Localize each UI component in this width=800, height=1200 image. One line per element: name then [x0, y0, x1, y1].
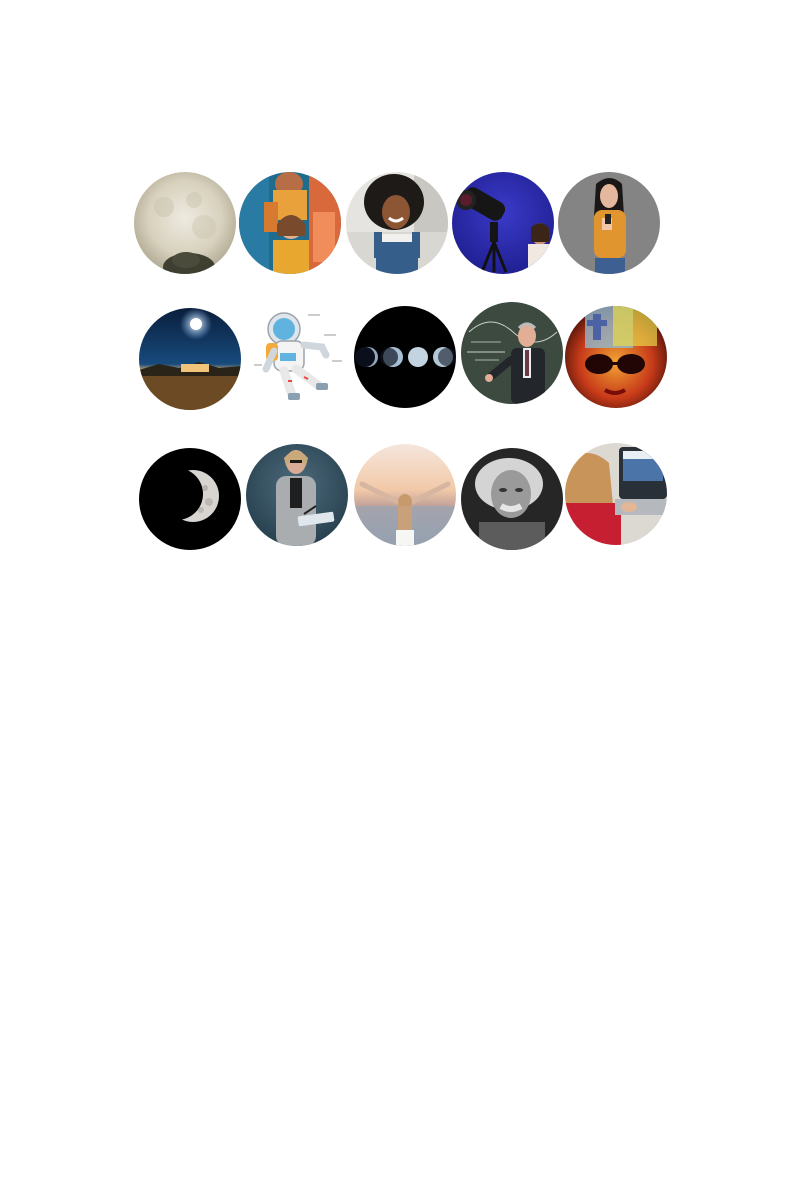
astronaut-image[interactable] [248, 305, 350, 407]
moon-phases-image[interactable] [354, 306, 456, 408]
crescent-moon-image[interactable] [139, 448, 241, 550]
telescope-image[interactable] [452, 172, 554, 274]
full-moon-sky-image[interactable] [134, 172, 236, 274]
woman-sunglasses-image[interactable] [565, 306, 667, 408]
teacher-notebook-image[interactable] [246, 444, 348, 546]
image-grid [0, 0, 800, 1200]
smiling-woman-image[interactable] [346, 172, 448, 274]
women-group-image[interactable] [239, 172, 341, 274]
scientist-portrait-image[interactable] [461, 448, 563, 550]
woman-laptop-image[interactable] [565, 443, 667, 545]
woman-phone-image[interactable] [558, 172, 660, 274]
professor-chalkboard-image[interactable] [461, 302, 563, 404]
woman-sunset-image[interactable] [354, 444, 456, 546]
night-landscape-image[interactable] [139, 308, 241, 410]
